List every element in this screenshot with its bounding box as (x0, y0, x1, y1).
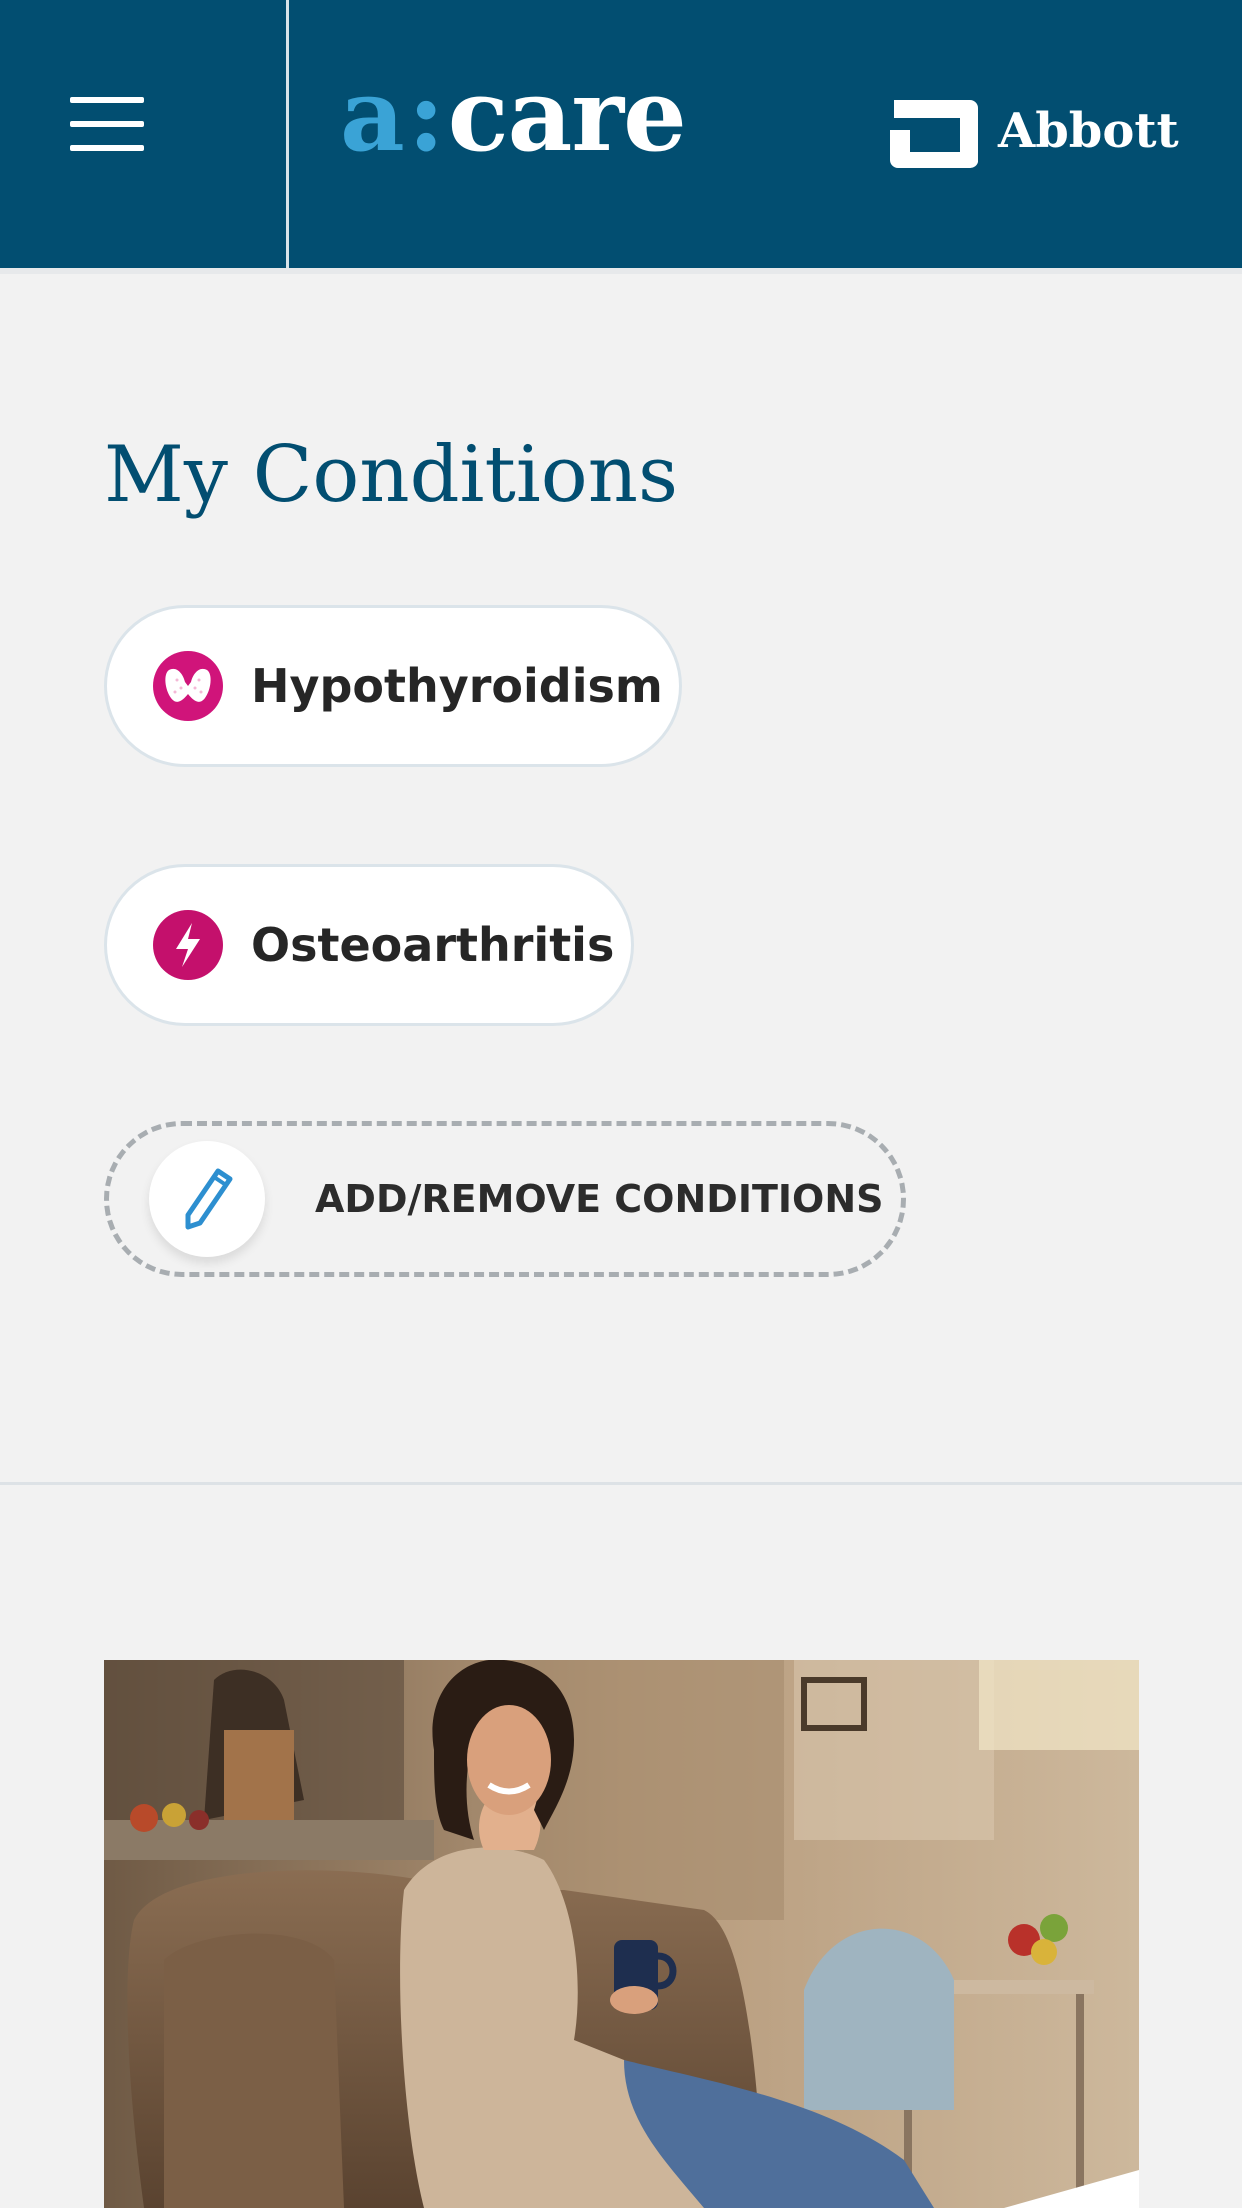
add-remove-conditions-button[interactable]: ADD/REMOVE CONDITIONS (104, 1121, 906, 1277)
acare-logo-care: care (447, 56, 687, 174)
header-divider (286, 0, 289, 268)
acare-logo[interactable]: a:care (340, 60, 687, 170)
abbott-logo: Abbott (884, 92, 1179, 170)
acare-logo-colon: : (407, 56, 445, 174)
condition-label: Hypothyroidism (251, 659, 663, 713)
page-title: My Conditions (104, 430, 678, 520)
condition-chip-osteoarthritis[interactable]: Osteoarthritis (104, 864, 634, 1026)
abbott-logo-text: Abbott (998, 103, 1179, 159)
add-remove-conditions-label: ADD/REMOVE CONDITIONS (315, 1177, 884, 1221)
condition-chip-hypothyroidism[interactable]: Hypothyroidism (104, 605, 682, 767)
menu-button[interactable] (0, 0, 286, 268)
acare-logo-a: a (340, 56, 405, 174)
abbott-logo-icon (890, 100, 978, 169)
app-header: a:care Abbott (0, 0, 1242, 274)
woman-with-mug-on-sofa-photo[interactable] (104, 1660, 1139, 2208)
lightning-bolt-icon (153, 910, 223, 980)
pencil-icon (149, 1141, 265, 1257)
hamburger-menu-icon-bar (70, 121, 144, 127)
condition-label: Osteoarthritis (251, 918, 615, 972)
thyroid-icon (153, 651, 223, 721)
hamburger-menu-icon (70, 97, 144, 103)
section-divider (0, 1482, 1242, 1485)
hamburger-menu-icon-bar (70, 145, 144, 151)
